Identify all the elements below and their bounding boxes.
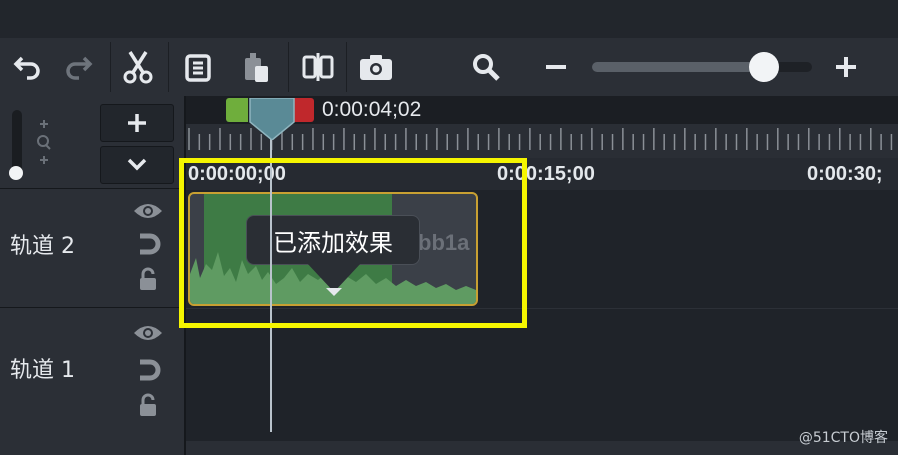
track-height-handle[interactable] [9, 166, 23, 180]
track-options-button[interactable] [100, 146, 174, 184]
zoom-in-icon [836, 57, 856, 77]
track-2-label: 轨道 2 [10, 234, 75, 259]
playhead-handle[interactable] [248, 98, 296, 140]
timecode-label: 0:00:30; [807, 163, 883, 185]
zoom-in-button[interactable] [818, 38, 874, 96]
eye-icon[interactable] [132, 323, 164, 343]
zoom-slider-fill [592, 62, 764, 72]
undo-button[interactable] [0, 38, 56, 96]
highlight-box [179, 158, 527, 328]
split-icon [302, 53, 334, 81]
magnet-icon[interactable] [134, 358, 162, 382]
track-1-label: 轨道 1 [10, 358, 75, 383]
selection-start-handle[interactable] [226, 98, 248, 122]
watermark: @51CTO博客 [798, 430, 888, 446]
zoom-slider-handle[interactable] [748, 52, 779, 82]
zoom-button[interactable] [458, 38, 514, 96]
lock-icon[interactable] [138, 392, 158, 418]
copy-icon [185, 54, 211, 82]
zoom-out-icon [546, 65, 566, 69]
eye-icon[interactable] [132, 201, 164, 221]
cut-button[interactable] [110, 38, 166, 96]
undo-icon [13, 56, 40, 80]
copy-button[interactable] [170, 38, 226, 96]
zoom-icon [473, 54, 500, 81]
track-zoom-icon [37, 120, 51, 164]
redo-icon [66, 56, 93, 80]
split-button[interactable] [290, 38, 346, 96]
screenshot-button[interactable] [348, 38, 404, 96]
plus-icon [128, 114, 146, 132]
playhead-time: 0:00:04;02 [322, 98, 422, 121]
chevron-down-icon [127, 158, 147, 171]
add-track-button[interactable] [100, 104, 174, 142]
horizontal-scrollbar[interactable] [186, 441, 898, 455]
lock-icon[interactable] [138, 266, 158, 292]
paste-icon [245, 53, 268, 82]
camera-icon [360, 55, 392, 80]
paste-button[interactable] [228, 38, 284, 96]
selection-end-handle[interactable] [294, 98, 314, 122]
top-empty-area [0, 0, 898, 38]
cut-icon [123, 51, 153, 84]
magnet-icon[interactable] [134, 232, 162, 256]
track-1-lane[interactable] [186, 309, 898, 441]
redo-button[interactable] [50, 38, 106, 96]
zoom-out-button[interactable] [528, 38, 584, 96]
